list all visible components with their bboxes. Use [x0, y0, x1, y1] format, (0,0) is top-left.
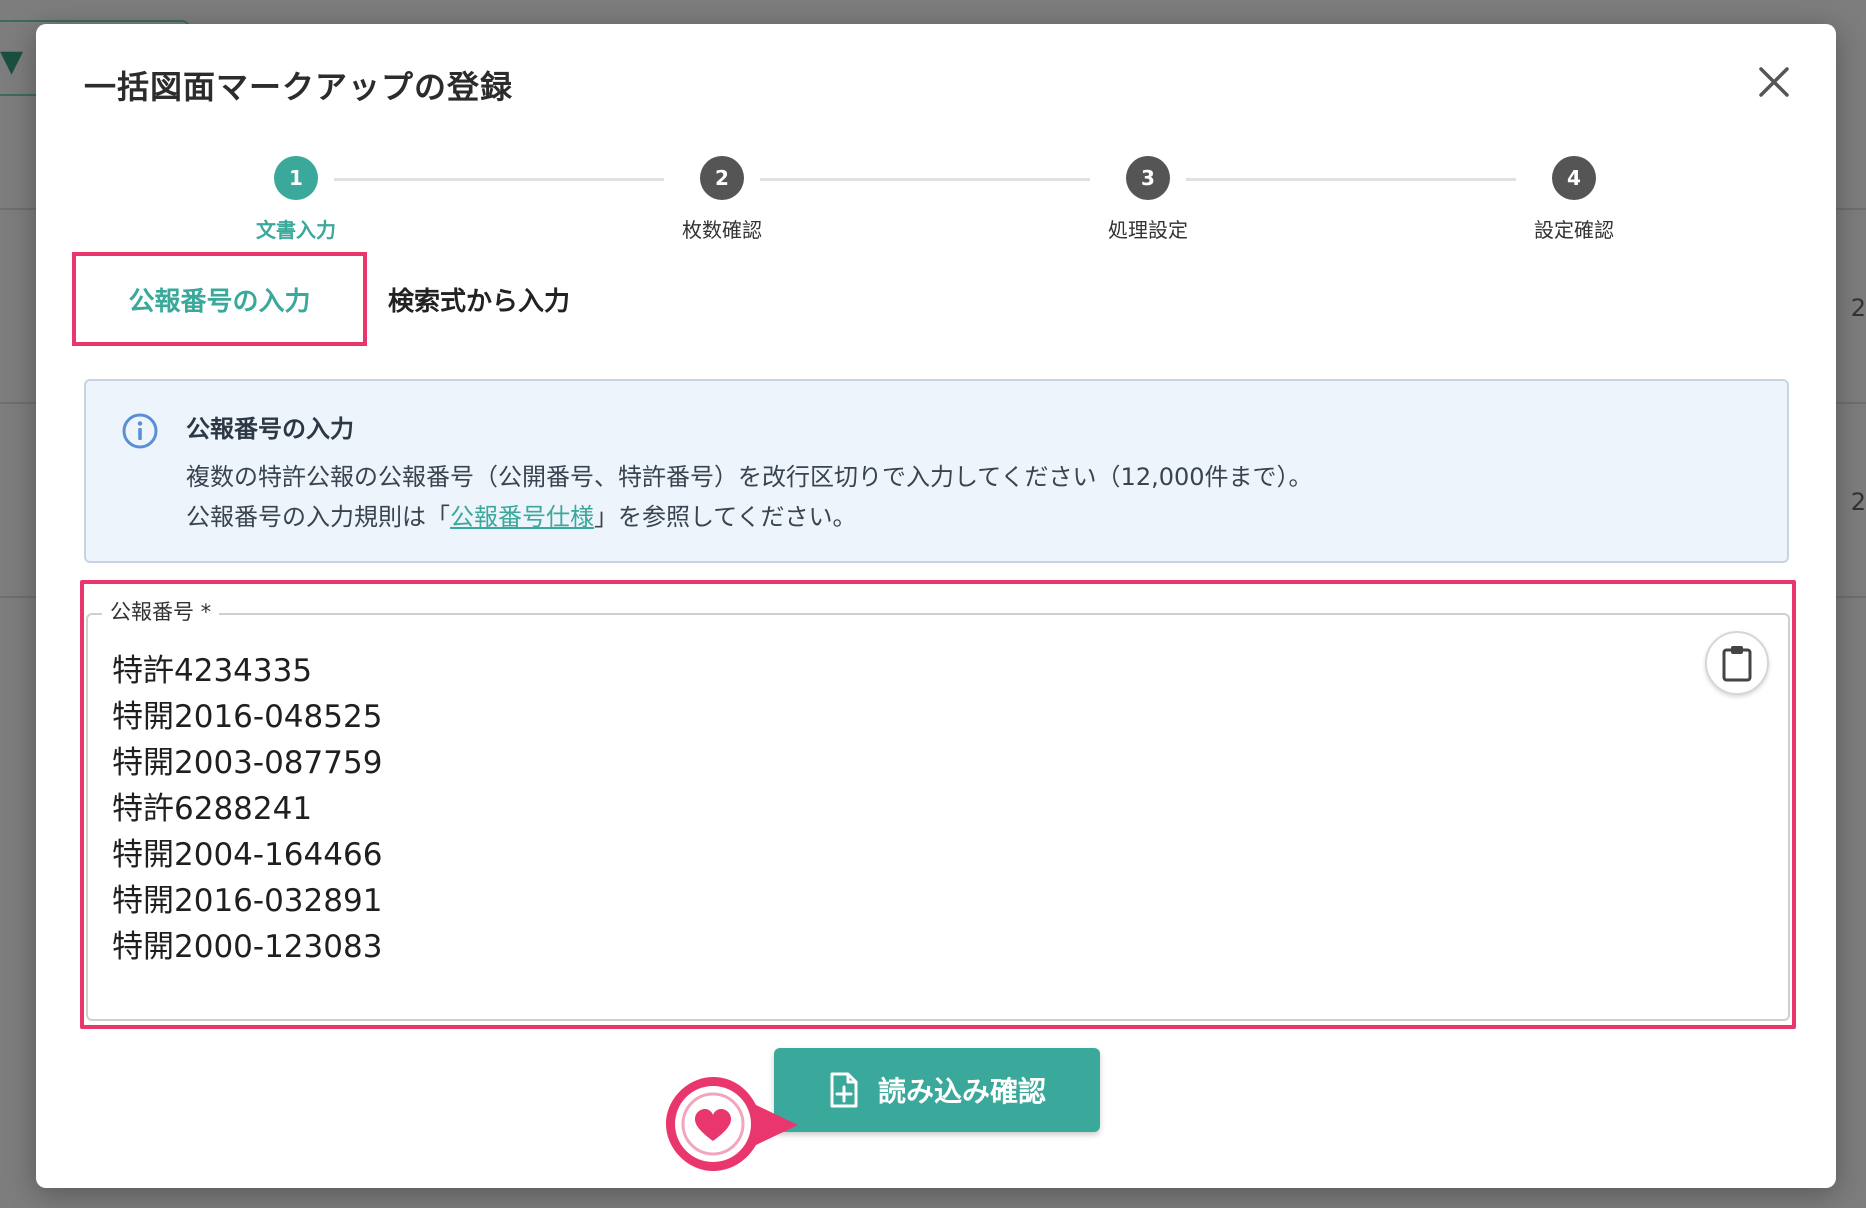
step-label: 文書入力	[256, 218, 336, 242]
tab-publication-number[interactable]: 公報番号の入力	[72, 252, 367, 346]
step-number: 3	[1126, 156, 1170, 200]
info-line-2-suffix: 」を参照してください。	[594, 503, 857, 531]
background-cell-fragment: 2	[1850, 294, 1866, 322]
publication-number-spec-link[interactable]: 公報番号仕様	[450, 503, 594, 531]
load-confirm-button[interactable]: 読み込み確認	[774, 1048, 1100, 1132]
load-confirm-label: 読み込み確認	[877, 1075, 1046, 1108]
step-label: 設定確認	[1534, 218, 1614, 242]
close-icon	[1759, 67, 1789, 97]
file-plus-icon	[830, 1072, 858, 1108]
step-settings-review: 4 設定確認	[1464, 140, 1684, 243]
bulk-markup-dialog: 一括図面マークアップの登録 1 文書入力 2 枚数確認 3 処理設定 4 設定確…	[36, 24, 1836, 1188]
step-label: 枚数確認	[682, 218, 762, 242]
heart-pointer-annotation	[666, 1077, 798, 1171]
field-label: 公報番号 *	[102, 596, 220, 626]
background-cell-fragment: 2	[1850, 488, 1866, 516]
step-number: 1	[274, 156, 318, 200]
dialog-title: 一括図面マークアップの登録	[84, 68, 514, 106]
info-alert: 公報番号の入力 複数の特許公報の公報番号（公開番号、特許番号）を改行区切りで入力…	[84, 379, 1789, 563]
step-number: 4	[1552, 156, 1596, 200]
info-line-1: 複数の特許公報の公報番号（公開番号、特許番号）を改行区切りで入力してください（1…	[186, 463, 1313, 491]
info-line-2: 公報番号の入力規則は「公報番号仕様」を参照してください。	[186, 497, 1313, 537]
step-count-check: 2 枚数確認	[612, 140, 832, 243]
publication-number-value[interactable]: 特許4234335 特開2016-048525 特開2003-087759 特許…	[112, 648, 1612, 970]
info-title: 公報番号の入力	[186, 415, 354, 443]
clipboard-icon	[1722, 646, 1752, 682]
step-label: 処理設定	[1108, 218, 1188, 242]
step-document-input: 1 文書入力	[186, 140, 406, 243]
paste-button[interactable]	[1705, 631, 1769, 695]
stepper: 1 文書入力 2 枚数確認 3 処理設定 4 設定確認	[36, 140, 1836, 250]
step-number: 2	[700, 156, 744, 200]
info-line-2-prefix: 公報番号の入力規則は「	[186, 503, 450, 531]
tab-search-query[interactable]: 検索式から入力	[382, 252, 576, 346]
info-text: 複数の特許公報の公報番号（公開番号、特許番号）を改行区切りで入力してください（1…	[186, 457, 1313, 537]
close-button[interactable]	[1752, 60, 1796, 104]
info-icon	[122, 413, 158, 449]
step-processing-settings: 3 処理設定	[1038, 140, 1258, 243]
filter-icon: ▼	[0, 44, 24, 79]
